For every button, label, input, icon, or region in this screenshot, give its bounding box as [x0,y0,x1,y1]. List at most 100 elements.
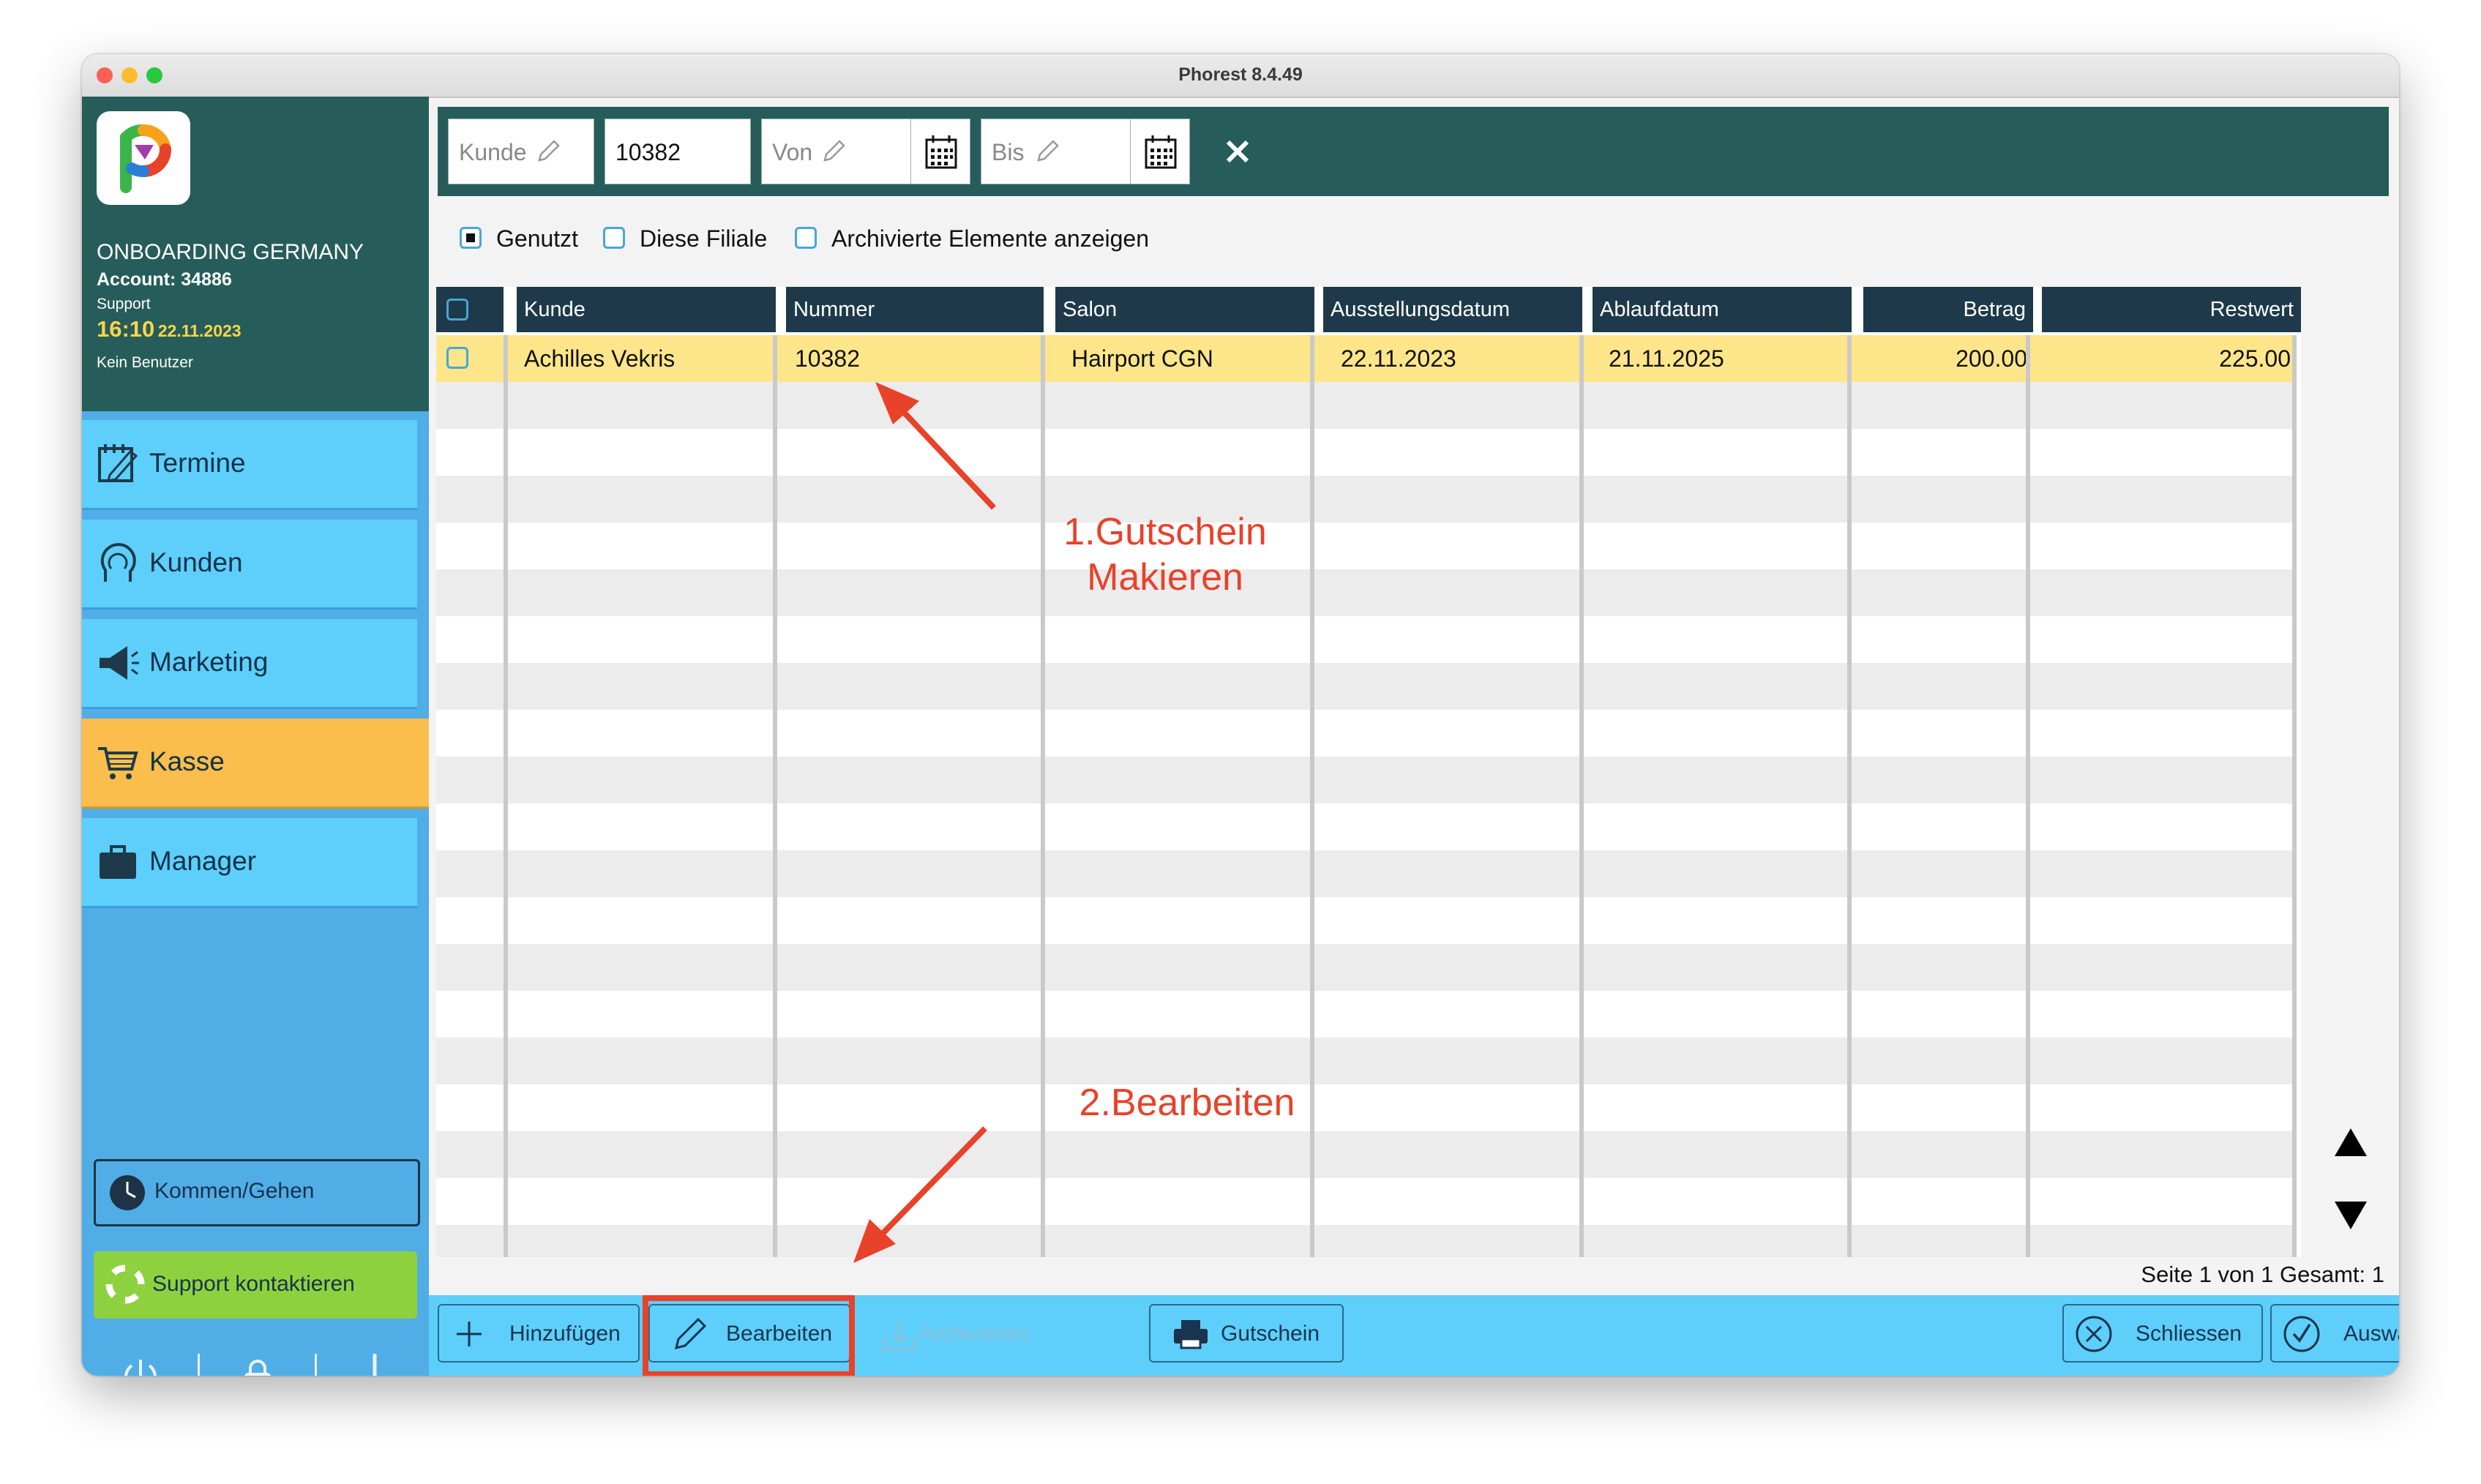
select-button-label: Auswählen [2343,1322,2399,1346]
current-date: 22.11.2023 [157,321,242,340]
voucher-print-label: Gutschein [1221,1322,1320,1346]
voucher-print-button[interactable]: Gutschein [1149,1304,1344,1363]
filter-bar: Kunde 10382 Von Bis [438,107,2389,196]
pencil-icon [1037,140,1059,162]
select-all-checkbox[interactable] [446,299,468,321]
lifebuoy-icon [105,1264,145,1304]
select-button[interactable]: Auswählen [2270,1304,2399,1363]
this-branch-label: Diese Filiale [640,225,768,252]
nav-kasse[interactable]: Kasse [82,719,429,809]
divider [315,1354,317,1376]
briefcase-icon [100,845,136,879]
table-row-empty [436,616,2294,663]
column-header-ablaufdatum[interactable]: Ablaufdatum [1593,287,1852,332]
table-row-empty [436,850,2294,897]
pencil-icon [538,140,560,162]
nav-marketing[interactable]: Marketing [82,619,417,709]
nav-termine[interactable]: Termine [82,420,417,510]
shopping-cart-icon [98,747,138,779]
kommen-gehen-label: Kommen/Gehen [154,1179,315,1203]
to-date-input[interactable]: Bis [981,119,1190,184]
cell-ausstellungsdatum: 22.11.2023 [1341,345,1456,372]
arrow-down-icon[interactable] [353,1351,397,1376]
cell-kunde: Achilles Vekris [524,345,676,372]
edit-button[interactable]: Bearbeiten [648,1304,850,1363]
archived-checkbox[interactable] [795,227,817,249]
close-button-label: Schliessen [2136,1322,2242,1346]
to-date-calendar-button[interactable] [1130,119,1189,184]
column-header-ausstellungsdatum[interactable]: Ausstellungsdatum [1323,287,1582,332]
plus-icon [457,1322,482,1346]
calendar-icon [1145,135,1177,169]
to-date-placeholder: Bis [992,139,1025,165]
annotation-step-1-line-1: 1.Gutschein [1063,511,1267,553]
column-divider [504,335,508,1257]
nav-kunden[interactable]: Kunden [82,520,417,610]
app-window: Phorest 8.4.49 ONBOARDING GERMANY Accoun… [82,54,2399,1376]
archive-button[interactable]: Archivieren [868,1304,1070,1363]
table-row-empty [436,710,2294,757]
add-button-label: Hinzufügen [509,1322,621,1346]
customer-filter-placeholder: Kunde [459,139,527,165]
table-row-empty [436,1178,2294,1225]
used-checkbox[interactable] [460,227,482,249]
logged-in-user: Kein Benutzer [97,354,193,371]
select-all-header [436,287,504,332]
table-row-empty [436,663,2294,710]
column-divider [1847,335,1852,1257]
title-bar: Phorest 8.4.49 [82,54,2399,98]
window-title: Phorest 8.4.49 [1178,64,1303,85]
nav-manager[interactable]: Manager [82,818,417,908]
pagination-info: Seite 1 von 1 Gesamt: 1 [2141,1262,2384,1287]
table-row-empty [436,1038,2294,1084]
megaphone-icon [100,646,139,680]
cell-betrag: 200.00 [1956,345,2027,372]
check-circle-icon [2283,1316,2320,1352]
power-icon[interactable] [119,1354,162,1376]
clear-filter-icon[interactable] [1224,138,1251,165]
divider [198,1354,200,1376]
support-contact-button[interactable]: Support kontaktieren [94,1251,417,1319]
close-button[interactable]: Schliessen [2062,1304,2263,1363]
pencil-icon [674,1317,707,1350]
archive-button-label: Archivieren [919,1322,1030,1346]
used-label: Genutzt [496,225,579,252]
table-row-empty [436,1225,2294,1257]
column-divider [2026,335,2030,1257]
archived-label: Archivierte Elemente anzeigen [831,225,1150,252]
support-contact-label: Support kontaktieren [152,1272,355,1296]
table-row-empty [436,429,2294,476]
cell-restwert: 225.00 [2219,345,2291,372]
lock-icon[interactable] [236,1354,280,1376]
nav-kasse-label: Kasse [149,746,225,776]
table-row-empty [436,897,2294,944]
row-checkbox[interactable] [446,347,468,369]
customer-filter-input[interactable]: Kunde [448,119,594,184]
table-row-empty [436,569,2294,616]
cell-nummer: 10382 [795,345,860,372]
column-header-betrag[interactable]: Betrag [1863,287,2033,332]
account-number: Account: 34886 [97,269,232,290]
add-button[interactable]: Hinzufügen [438,1304,640,1363]
column-header-kunde[interactable]: Kunde [517,287,776,332]
column-header-restwert[interactable]: Restwert [2042,287,2301,332]
column-header-salon[interactable]: Salon [1055,287,1314,332]
clock-icon [110,1175,145,1210]
column-header-nummer[interactable]: Nummer [786,287,1044,332]
scroll-down-icon[interactable] [2333,1200,2368,1231]
pencil-icon [823,140,845,162]
close-circle-icon [2076,1316,2112,1352]
scroll-up-icon[interactable] [2333,1127,2368,1158]
current-time: 16:10 [97,316,155,342]
printer-icon [1174,1320,1208,1349]
this-branch-checkbox[interactable] [603,227,625,249]
number-filter-input[interactable]: 10382 [605,119,751,184]
from-date-input[interactable]: Von [761,119,970,184]
kommen-gehen-button[interactable]: Kommen/Gehen [94,1159,420,1226]
calendar-edit-icon [98,444,138,482]
from-date-calendar-button[interactable] [910,119,970,184]
sidebar-header: ONBOARDING GERMANY Account: 34886 Suppor… [82,97,429,411]
table-row[interactable]: Achilles Vekris 10382 Hairport CGN 22.11… [436,335,2294,382]
table-row-empty [436,991,2294,1038]
annotation-step-1: 1.Gutschein Makieren [982,509,1348,600]
